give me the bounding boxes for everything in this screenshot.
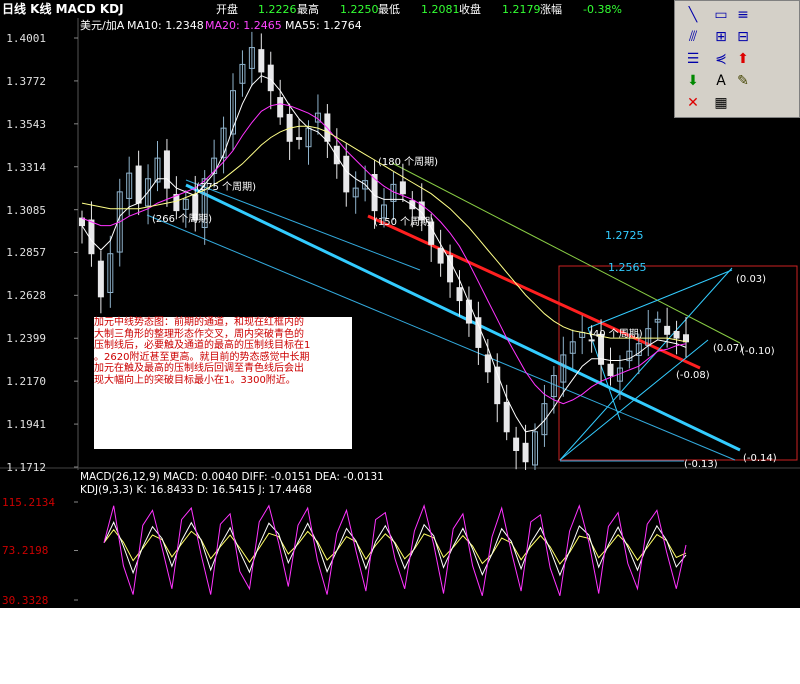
candle-body	[588, 339, 595, 342]
price-tick-label: 1.3772	[6, 74, 46, 88]
candle-body	[475, 317, 482, 348]
up-arrow-icon[interactable]: ⬆	[732, 49, 754, 69]
annotation-40-periods: (40 个周期)	[589, 329, 643, 340]
macd-header: MACD(26,12,9) MACD: 0.0040 DIFF: -0.0151…	[80, 471, 384, 483]
annotation-ratio-0.03: (0.03)	[736, 274, 767, 285]
candle-body	[513, 437, 520, 452]
properties-icon[interactable]: ▦	[710, 93, 732, 113]
candle-body	[135, 165, 142, 204]
annotation-ratio-0.07: (0.07)	[713, 343, 744, 354]
candle-body	[88, 219, 95, 255]
kdj-j-line	[103, 504, 687, 596]
price-tick-label: 1.2399	[6, 332, 46, 346]
candle-body	[484, 354, 491, 373]
triangle-lower-line	[559, 339, 709, 461]
annotation-ratio-neg-0.14: (-0.14)	[743, 453, 777, 464]
price-tick-label: 1.1941	[6, 418, 46, 432]
annotation-266-periods: (266 个周期)	[152, 214, 213, 225]
price-tick-label: 1.3314	[6, 160, 46, 174]
kdj-header: KDJ(9,3,3) K: 16.8433 D: 16.5415 J: 17.4…	[80, 484, 312, 496]
fan-icon[interactable]: ⋞	[710, 49, 732, 69]
grid-tool-icon[interactable]: ⊞	[710, 27, 732, 47]
kdj-tick-label: 115.2134	[2, 496, 55, 509]
candle-body	[277, 97, 284, 118]
annotation-ratio-neg-0.10: (-0.10)	[741, 346, 775, 357]
pattern-box	[558, 265, 798, 461]
price-level-1.2725: 1.2725	[605, 229, 644, 242]
drawing-toolbar: ╲ ▭ ≡ ⫻ ⊞ ⊟ ☰ ⋞ ⬆ ⬇ A ✎ ✕ ▦	[674, 0, 800, 118]
candle-body	[343, 155, 350, 193]
fibonacci-icon[interactable]: ⫻	[682, 27, 704, 47]
price-tick-label: 1.3085	[6, 203, 46, 217]
text-tool-icon[interactable]: A	[710, 71, 732, 91]
candle-body	[97, 260, 104, 298]
price-level-1.2565: 1.2565	[608, 261, 647, 274]
candle-body	[399, 181, 406, 195]
candle-body	[437, 247, 444, 264]
line-tool-icon[interactable]: ╲	[682, 5, 704, 25]
gann-icon[interactable]: ⊟	[732, 27, 754, 47]
triangle-upper-line	[559, 267, 733, 461]
eraser-icon[interactable]: ✎	[732, 71, 754, 91]
kdj-tick-label: 30.3328	[2, 594, 49, 607]
candle-body	[607, 363, 614, 377]
candle-body	[664, 325, 671, 335]
upper-green-line	[391, 162, 741, 344]
candle-body	[333, 145, 340, 165]
price-tick-label: 1.4001	[6, 32, 46, 45]
price-tick-label: 1.2628	[6, 289, 46, 303]
price-tick-label: 1.3543	[6, 117, 46, 131]
chart-window: 日线 K线 MACD KDJ 开盘 1.2226 最高 1.2250 最低 1.…	[0, 0, 800, 608]
candle-body	[503, 401, 510, 433]
annotation-275-periods: (275 个周期)	[196, 182, 257, 193]
annotation-ratio-neg-0.08: (-0.08)	[676, 370, 710, 381]
candle-body	[258, 49, 265, 73]
kdj-tick-label: 73.2198	[2, 544, 49, 558]
price-tick-label: 1.2170	[6, 375, 46, 389]
candle-body	[456, 287, 463, 302]
down-arrow-icon[interactable]: ⬇	[682, 71, 704, 91]
kdj-chart[interactable]	[0, 496, 800, 608]
analysis-note[interactable]: 加元中线势态图：前期的通道，和现在红框内的 大制三角形的整理形态作交叉，周内突破…	[94, 317, 352, 449]
list-icon[interactable]: ☰	[682, 49, 704, 69]
price-tick-label: 1.2857	[6, 246, 46, 260]
annotation-ratio-neg-0.13: (-0.13)	[684, 459, 718, 470]
delete-icon[interactable]: ✕	[682, 93, 704, 113]
annotation-180-periods: (180 个周期)	[378, 157, 439, 168]
triangle-top-line	[587, 299, 659, 329]
parallel-channel-icon[interactable]: ▭	[710, 5, 732, 25]
candle-body	[522, 442, 529, 463]
candle-body	[173, 193, 180, 212]
candle-body	[673, 330, 680, 339]
analysis-note-text: 加元中线势态图：前期的通道，和现在红框内的 大制三角形的整理形态作交叉，周内突破…	[94, 317, 311, 386]
candle-body	[296, 137, 303, 140]
candle-body	[267, 64, 274, 92]
price-tick-label: 1.1712	[6, 461, 46, 474]
candle-body	[683, 334, 689, 343]
equal-lines-icon[interactable]: ≡	[732, 5, 754, 25]
kdj-k-line	[103, 521, 687, 577]
annotation-150-periods: (150 个周期)	[374, 217, 435, 228]
candle-body	[163, 150, 170, 189]
triangle-top-line-2	[657, 269, 733, 301]
candle-body	[447, 255, 454, 283]
